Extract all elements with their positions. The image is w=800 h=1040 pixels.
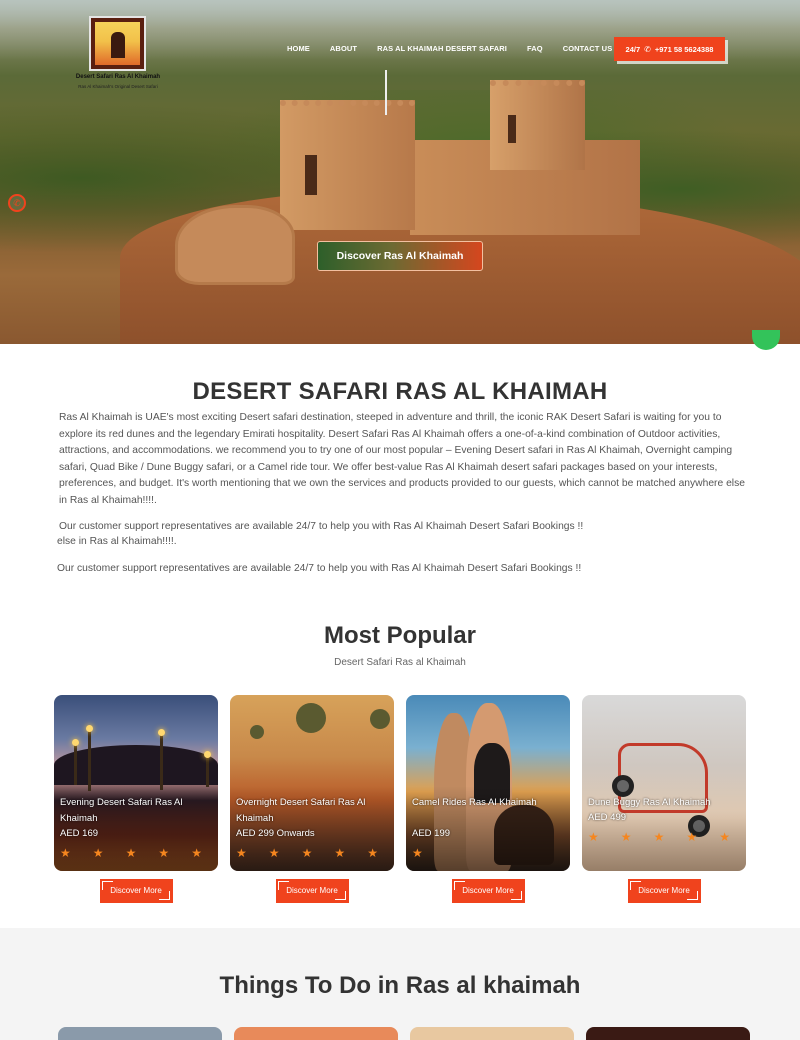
things-card[interactable] bbox=[58, 1027, 222, 1040]
card-image-wheel bbox=[612, 775, 634, 797]
discover-more-button[interactable]: Discover More bbox=[627, 878, 701, 903]
tour-card-camel[interactable]: Camel Rides Ras Al Khaimah AED 199 ★ bbox=[406, 695, 570, 871]
star-icon: ★ bbox=[719, 830, 730, 844]
popular-title: Most Popular bbox=[323, 622, 476, 649]
star-icon: ★ bbox=[236, 846, 247, 860]
star-icon: ★ bbox=[125, 846, 137, 860]
star-icon: ★ bbox=[92, 846, 104, 860]
card-title: Dune Buggy Ras Al Khaimah bbox=[588, 797, 711, 808]
logo-emblem bbox=[89, 16, 146, 71]
nav-home[interactable]: HOME bbox=[287, 44, 310, 53]
card-price: AED 199 bbox=[412, 828, 451, 839]
discover-more-button[interactable]: Discover More bbox=[451, 878, 525, 903]
star-icon: ★ bbox=[60, 846, 71, 860]
discover-ras-al-khaimah-button[interactable]: Discover Ras Al Khaimah bbox=[317, 241, 483, 271]
phone-label: 24/7 bbox=[625, 44, 641, 54]
things-card[interactable] bbox=[234, 1027, 398, 1040]
things-card[interactable] bbox=[410, 1027, 574, 1040]
tour-card-dune-buggy[interactable]: Dune Buggy Ras Al Khaimah AED 499 ★ ★ ★ ★ ★ bbox=[582, 695, 746, 871]
star-icon: ★ bbox=[412, 846, 423, 860]
card-title: Overnight Desert Safari Ras Al Khaimah bbox=[236, 797, 366, 824]
support-text-repeat: Our customer support representatives are… bbox=[57, 563, 582, 574]
discover-more-button[interactable]: Discover More bbox=[99, 878, 173, 903]
card-rating: ★ bbox=[412, 846, 564, 860]
star-icon: ★ bbox=[268, 846, 280, 860]
star-icon: ★ bbox=[158, 846, 170, 860]
phone-icon: ✆ bbox=[644, 44, 651, 54]
hero-flag-pole bbox=[385, 70, 387, 115]
phone-number: +971 58 5624388 bbox=[654, 44, 714, 54]
card-image-torch bbox=[158, 729, 165, 790]
nav-contact[interactable]: CONTACT US bbox=[563, 44, 613, 53]
card-price: AED 169 bbox=[60, 828, 99, 839]
intro-paragraph: Ras Al Khaimah is UAE's most exciting De… bbox=[59, 412, 745, 506]
star-icon: ★ bbox=[620, 830, 632, 844]
nav-about[interactable]: ABOUT bbox=[330, 44, 357, 53]
card-rating: ★ ★ ★ ★ ★ bbox=[236, 846, 388, 860]
site-logo[interactable]: Desert Safari Ras Al Khaimah Ras Al Khai… bbox=[73, 14, 163, 94]
hero-fort-door bbox=[508, 115, 516, 143]
nav-desert-safari[interactable]: RAS AL KHAIMAH DESERT SAFARI bbox=[377, 44, 507, 53]
star-icon: ★ bbox=[191, 846, 202, 860]
card-price: AED 499 bbox=[588, 812, 627, 823]
discover-more-button[interactable]: Discover More bbox=[275, 878, 349, 903]
hero-fort-door bbox=[305, 155, 317, 195]
star-icon: ★ bbox=[334, 846, 346, 860]
hero-fort-tower-right bbox=[490, 80, 585, 170]
card-image-torch bbox=[72, 739, 79, 785]
chat-icon[interactable]: ✆ bbox=[8, 194, 26, 212]
support-text-tail: else in Ras al Khaimah!!!!. bbox=[57, 536, 177, 547]
card-title: Evening Desert Safari Ras Al Khaimah bbox=[60, 797, 183, 824]
star-icon: ★ bbox=[367, 846, 378, 860]
popular-subtitle: Desert Safari Ras al Khaimah bbox=[334, 657, 466, 668]
card-rating: ★ ★ ★ ★ ★ bbox=[60, 846, 212, 860]
card-image-torch bbox=[86, 725, 93, 791]
things-card[interactable] bbox=[586, 1027, 750, 1040]
tour-card-overnight[interactable]: Overnight Desert Safari Ras Al Khaimah A… bbox=[230, 695, 394, 871]
support-text: Our customer support representatives are… bbox=[59, 521, 584, 532]
things-title: Things To Do in Ras al khaimah bbox=[219, 972, 581, 999]
card-title: Camel Rides Ras Al Khaimah bbox=[412, 797, 537, 808]
star-icon: ★ bbox=[653, 830, 665, 844]
card-image-dunes bbox=[54, 745, 218, 785]
phone-button[interactable]: 24/7 ✆ +971 58 5624388 bbox=[614, 37, 725, 61]
star-icon: ★ bbox=[301, 846, 313, 860]
card-image-tree bbox=[370, 709, 390, 729]
intro-title: DESERT SAFARI RAS AL KHAIMAH bbox=[192, 378, 608, 405]
main-nav: HOME ABOUT RAS AL KHAIMAH DESERT SAFARI … bbox=[287, 44, 632, 53]
logo-name: Desert Safari Ras Al Khaimah bbox=[75, 74, 161, 80]
card-image-tree bbox=[296, 703, 326, 733]
nav-faq[interactable]: FAQ bbox=[527, 44, 543, 53]
whatsapp-icon[interactable] bbox=[752, 330, 780, 350]
card-image-torch bbox=[204, 751, 211, 787]
tour-card-evening[interactable]: Evening Desert Safari Ras Al Khaimah AED… bbox=[54, 695, 218, 871]
hero-fort-tower-left bbox=[280, 100, 415, 230]
star-icon: ★ bbox=[686, 830, 698, 844]
card-image-tree bbox=[250, 725, 264, 739]
logo-tagline: Ras Al Khaimah's Original Desert Safari bbox=[78, 84, 158, 89]
hero-fort-round-wall bbox=[175, 205, 295, 285]
card-price: AED 299 Onwards bbox=[236, 828, 315, 839]
card-rating: ★ ★ ★ ★ ★ bbox=[588, 830, 740, 844]
star-icon: ★ bbox=[588, 830, 599, 844]
